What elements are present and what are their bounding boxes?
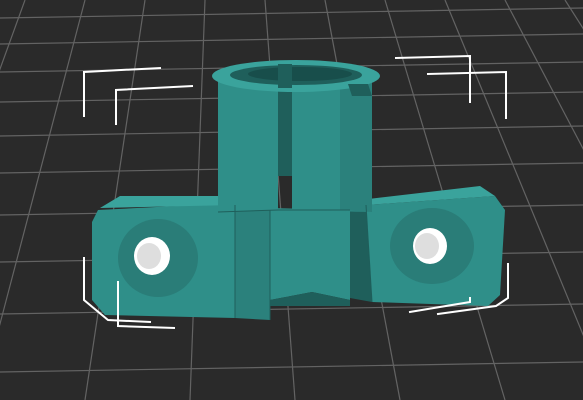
left-block-side-shade bbox=[235, 205, 270, 320]
right-mount-hole-inner-shade bbox=[415, 233, 439, 259]
cylinder-left-wall bbox=[218, 78, 278, 212]
center-body bbox=[270, 208, 350, 306]
tube-cylinder bbox=[212, 60, 380, 212]
scene-svg[interactable] bbox=[0, 0, 583, 400]
cylinder-right-shade bbox=[340, 82, 372, 212]
center-body-front bbox=[270, 208, 350, 300]
left-mount-hole-inner-shade bbox=[137, 243, 161, 269]
cylinder-slot bbox=[278, 78, 292, 176]
cylinder-top-inner-shade bbox=[248, 67, 352, 81]
cylinder-top-notch bbox=[278, 64, 292, 88]
cylinder-right-notch bbox=[348, 84, 372, 96]
3d-viewport[interactable] bbox=[0, 0, 583, 400]
